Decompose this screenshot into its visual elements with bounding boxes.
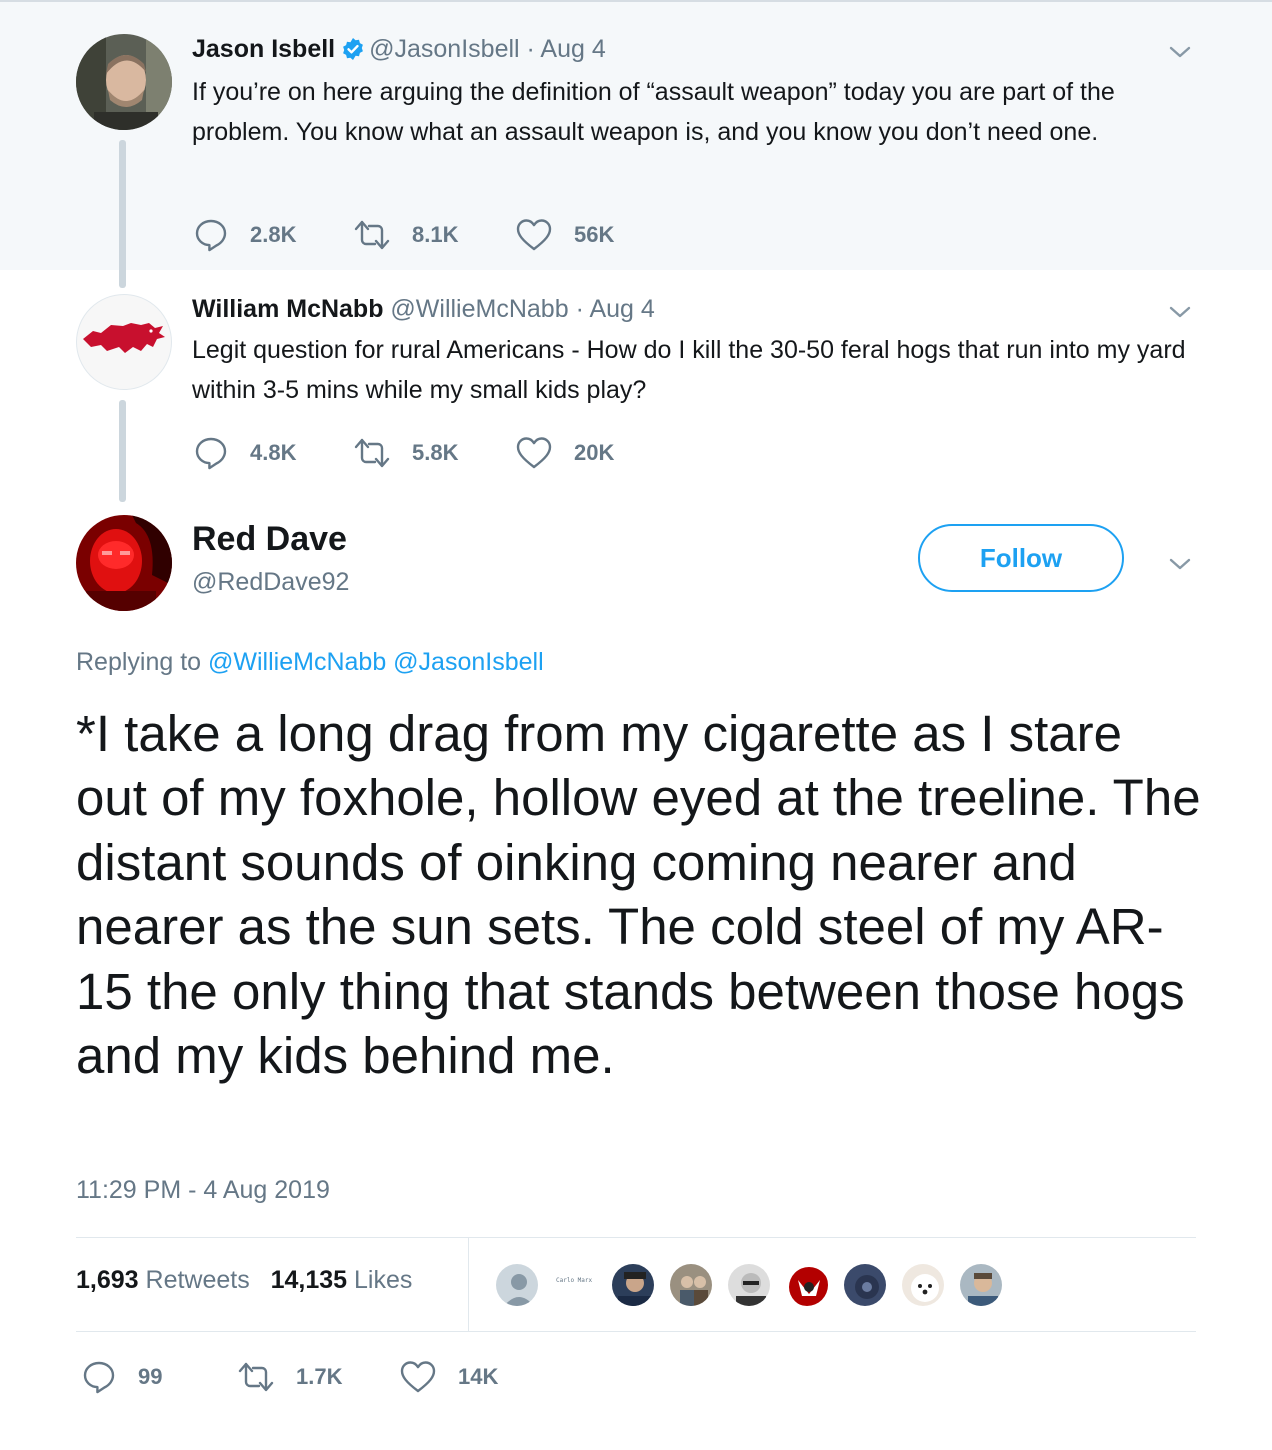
tweet-date[interactable]: · Aug 4 — [576, 295, 655, 323]
reply-action[interactable]: 99 — [82, 1360, 162, 1394]
like-action[interactable]: 14K — [400, 1360, 498, 1394]
replying-prefix: Replying to — [76, 648, 202, 676]
like-count: 14K — [458, 1364, 499, 1389]
author-handle[interactable]: @JasonIsbell — [369, 35, 519, 63]
reply-count: 4.8K — [250, 440, 297, 465]
liker-avatar[interactable] — [668, 1262, 714, 1308]
verified-badge-icon — [343, 38, 364, 60]
retweet-action[interactable]: 1.7K — [238, 1360, 342, 1394]
author-handle[interactable]: @RedDave92 — [192, 568, 349, 597]
retweet-stat-label: Retweets — [145, 1266, 250, 1294]
divider — [468, 1238, 469, 1331]
tweet-date[interactable]: · Aug 4 — [527, 35, 606, 63]
tweet-timestamp[interactable]: 11:29 PM - 4 Aug 2019 — [76, 1176, 330, 1205]
like-count: 56K — [574, 222, 615, 247]
main-tweet-text: *I take a long drag from my cigarette as… — [76, 705, 1201, 1085]
reply-action[interactable]: 2.8K — [194, 218, 296, 252]
chevron-down-icon[interactable] — [1168, 44, 1192, 60]
engagement-stats: 1,693 Retweets 14,135 Likes — [76, 1266, 412, 1295]
liker-avatar[interactable] — [842, 1262, 888, 1308]
like-total: 14,135 — [270, 1266, 348, 1294]
chevron-down-icon[interactable] — [1168, 556, 1192, 572]
retweet-count: 8.1K — [412, 222, 459, 247]
liker-caption: Carlo Marx — [556, 1277, 593, 1284]
reply-action[interactable]: 4.8K — [194, 436, 296, 470]
thread-connector — [119, 400, 126, 502]
like-stat[interactable]: 14,135 Likes — [271, 1266, 413, 1294]
avatar-william-mcnabb[interactable] — [76, 294, 172, 390]
liker-avatar[interactable] — [958, 1262, 1004, 1308]
retweet-stat[interactable]: 1,693 Retweets — [76, 1266, 250, 1294]
tweet-header: William McNabb @WillieMcNabb · Aug 4 — [192, 295, 655, 324]
chevron-down-icon[interactable] — [1168, 304, 1192, 320]
like-action[interactable]: 56K — [516, 218, 614, 252]
reply-count: 99 — [138, 1364, 163, 1389]
author-handle[interactable]: @WillieMcNabb — [390, 295, 568, 323]
tweet-text: If you’re on here arguing the definition… — [192, 78, 1115, 146]
reply-icon — [83, 1361, 115, 1394]
reply-icon — [195, 437, 227, 470]
reply-count: 2.8K — [250, 222, 297, 247]
avatar-jason-isbell[interactable] — [76, 34, 172, 130]
retweet-action[interactable]: 8.1K — [354, 218, 458, 252]
mention-link[interactable]: @WillieMcNabb — [208, 648, 386, 676]
liker-avatar[interactable] — [726, 1262, 772, 1308]
like-action[interactable]: 20K — [516, 436, 614, 470]
liker-avatar[interactable] — [494, 1262, 540, 1308]
mention-link[interactable]: @JasonIsbell — [393, 648, 543, 676]
like-icon — [516, 437, 552, 469]
reply-icon — [195, 219, 227, 252]
thread-connector — [119, 140, 126, 288]
author-name[interactable]: William McNabb — [192, 295, 383, 323]
retweet-count: 1.7K — [296, 1364, 343, 1389]
like-icon — [400, 1361, 436, 1393]
avatar-red-dave[interactable] — [76, 515, 172, 611]
razorback-logo — [83, 323, 165, 353]
retweet-icon — [354, 220, 390, 250]
retweet-total: 1,693 — [76, 1266, 139, 1294]
retweet-count: 5.8K — [412, 440, 459, 465]
liker-avatar[interactable] — [610, 1262, 656, 1308]
tweet-text: Legit question for rural Americans - How… — [192, 336, 1186, 404]
liker-avatar[interactable] — [900, 1262, 946, 1308]
follow-button[interactable]: Follow — [918, 524, 1124, 592]
divider — [76, 1237, 1196, 1238]
retweet-icon — [354, 438, 390, 468]
replying-to: Replying to @WillieMcNabb @JasonIsbell — [76, 648, 544, 677]
author-name[interactable]: Red Dave — [192, 520, 347, 559]
tweet-header: Jason Isbell @JasonIsbell · Aug 4 — [192, 35, 606, 64]
retweet-action[interactable]: 5.8K — [354, 436, 458, 470]
liker-avatar[interactable] — [784, 1262, 830, 1308]
like-count: 20K — [574, 440, 615, 465]
like-stat-label: Likes — [354, 1266, 413, 1294]
divider — [76, 1331, 1196, 1332]
retweet-icon — [238, 1362, 274, 1392]
like-icon — [516, 219, 552, 251]
author-name[interactable]: Jason Isbell — [192, 35, 335, 63]
